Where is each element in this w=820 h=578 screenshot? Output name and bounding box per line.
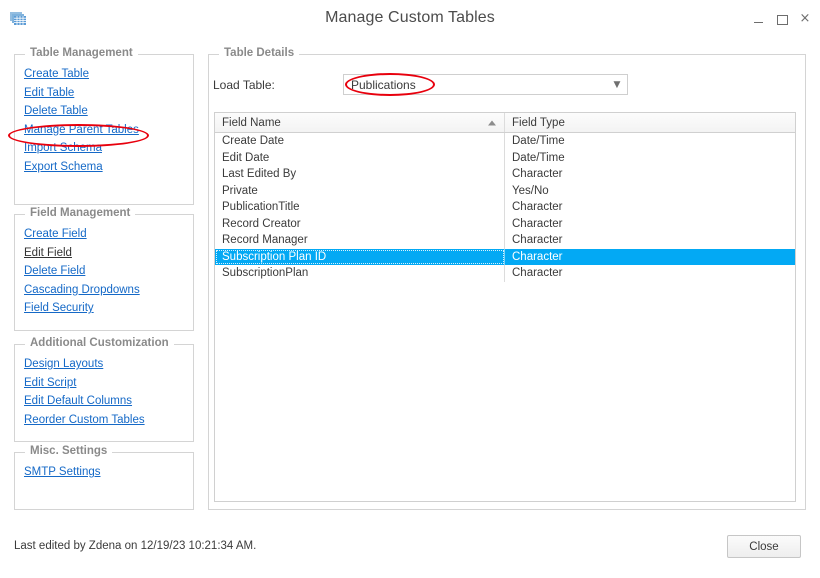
grid-header-row: Field Name Field Type bbox=[215, 113, 795, 133]
sidebar-item-import-schema[interactable]: Import Schema bbox=[24, 139, 139, 158]
sidebar-item-reorder-custom-tables[interactable]: Reorder Custom Tables bbox=[24, 411, 145, 430]
cell-field-name: Subscription Plan ID bbox=[215, 248, 505, 265]
sidebar-item-manage-parent-tables[interactable]: Manage Parent Tables bbox=[24, 121, 139, 140]
cell-field-type: Character bbox=[512, 217, 563, 230]
additional-customization-group: Additional Customization Design Layouts … bbox=[14, 337, 194, 442]
sidebar-item-design-layouts[interactable]: Design Layouts bbox=[24, 355, 145, 374]
cell-field-name: Last Edited By bbox=[215, 166, 505, 183]
load-table-value: Publications bbox=[351, 77, 416, 92]
misc-settings-group: Misc. Settings SMTP Settings bbox=[14, 445, 194, 510]
table-management-title: Table Management bbox=[25, 47, 138, 59]
sidebar-item-delete-table[interactable]: Delete Table bbox=[24, 102, 139, 121]
cell-field-name: PublicationTitle bbox=[215, 199, 505, 216]
field-management-group: Field Management Create Field Edit Field… bbox=[14, 207, 194, 331]
table-row[interactable]: SubscriptionPlan Character bbox=[215, 265, 795, 282]
sidebar-item-export-schema[interactable]: Export Schema bbox=[24, 158, 139, 177]
field-management-title: Field Management bbox=[25, 207, 136, 219]
sidebar-item-edit-default-columns[interactable]: Edit Default Columns bbox=[24, 392, 145, 411]
window-title: Manage Custom Tables bbox=[325, 9, 495, 26]
sidebar-item-field-security[interactable]: Field Security bbox=[24, 299, 140, 318]
cell-field-name: Private bbox=[215, 182, 505, 199]
cell-field-type: Date/Time bbox=[512, 151, 565, 164]
sidebar-item-edit-table[interactable]: Edit Table bbox=[24, 84, 139, 103]
misc-settings-links: SMTP Settings bbox=[24, 463, 101, 482]
column-header-field-type-label: Field Type bbox=[512, 116, 565, 129]
column-header-field-name[interactable]: Field Name bbox=[215, 113, 505, 132]
table-row[interactable]: Private Yes/No bbox=[215, 182, 795, 199]
sidebar-item-create-field[interactable]: Create Field bbox=[24, 225, 140, 244]
close-button[interactable]: Close bbox=[727, 535, 801, 558]
grid-body: Create Date Date/Time Edit Date Date/Tim… bbox=[215, 133, 795, 282]
cell-field-type: Character bbox=[512, 267, 563, 280]
sidebar-item-delete-field[interactable]: Delete Field bbox=[24, 262, 140, 281]
table-management-group: Table Management Create Table Edit Table… bbox=[14, 47, 194, 205]
additional-customization-title: Additional Customization bbox=[25, 337, 174, 349]
field-management-links: Create Field Edit Field Delete Field Cas… bbox=[24, 225, 140, 318]
title-bar: Manage Custom Tables × bbox=[0, 0, 820, 40]
table-row[interactable]: Last Edited By Character bbox=[215, 166, 795, 183]
last-edited-status: Last edited by Zdena on 12/19/23 10:21:3… bbox=[14, 540, 257, 552]
additional-customization-links: Design Layouts Edit Script Edit Default … bbox=[24, 355, 145, 429]
cell-field-type: Character bbox=[512, 168, 563, 181]
cell-field-type: Character bbox=[512, 234, 563, 247]
minimize-button[interactable] bbox=[752, 12, 766, 26]
table-row[interactable]: Edit Date Date/Time bbox=[215, 149, 795, 166]
column-header-field-name-label: Field Name bbox=[222, 116, 281, 129]
table-row[interactable]: Create Date Date/Time bbox=[215, 133, 795, 150]
table-row[interactable]: PublicationTitle Character bbox=[215, 199, 795, 216]
table-row[interactable]: Record Manager Character bbox=[215, 232, 795, 249]
sidebar-item-edit-script[interactable]: Edit Script bbox=[24, 374, 145, 393]
sidebar-item-smtp-settings[interactable]: SMTP Settings bbox=[24, 463, 101, 482]
manage-custom-tables-dialog: Manage Custom Tables × Table Management … bbox=[0, 0, 820, 578]
sidebar-item-cascading-dropdowns[interactable]: Cascading Dropdowns bbox=[24, 281, 140, 300]
cell-field-type: Character bbox=[512, 250, 563, 263]
sidebar-item-edit-field[interactable]: Edit Field bbox=[24, 244, 140, 263]
cell-field-name: Record Manager bbox=[215, 232, 505, 249]
load-table-label: Load Table: bbox=[213, 78, 275, 92]
column-header-field-type[interactable]: Field Type bbox=[505, 113, 795, 132]
window-controls: × bbox=[752, 12, 812, 26]
misc-settings-title: Misc. Settings bbox=[25, 445, 113, 457]
cell-field-name: Record Creator bbox=[215, 215, 505, 232]
cell-field-type: Yes/No bbox=[512, 184, 549, 197]
cell-field-name: Edit Date bbox=[215, 149, 505, 166]
cell-field-name: SubscriptionPlan bbox=[215, 265, 505, 282]
chevron-down-icon: ▼ bbox=[613, 79, 621, 90]
table-row-selected[interactable]: Subscription Plan ID Character bbox=[215, 248, 795, 265]
load-table-select[interactable]: Publications ▼ bbox=[343, 74, 628, 95]
table-management-links: Create Table Edit Table Delete Table Man… bbox=[24, 65, 139, 176]
maximize-button[interactable] bbox=[775, 12, 789, 26]
cell-field-type: Character bbox=[512, 201, 563, 214]
cell-field-name: Create Date bbox=[215, 133, 505, 150]
field-list-grid[interactable]: Field Name Field Type Create Date Date/T… bbox=[214, 112, 796, 502]
table-details-title: Table Details bbox=[219, 47, 300, 59]
cell-field-type: Date/Time bbox=[512, 135, 565, 148]
sort-ascending-icon bbox=[488, 120, 496, 125]
close-icon[interactable]: × bbox=[798, 12, 812, 26]
table-row[interactable]: Record Creator Character bbox=[215, 215, 795, 232]
sidebar-item-create-table[interactable]: Create Table bbox=[24, 65, 139, 84]
